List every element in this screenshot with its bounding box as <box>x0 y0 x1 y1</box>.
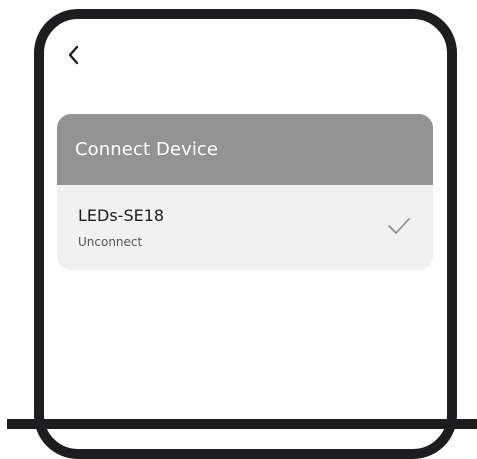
device-status: Unconnect <box>78 235 143 249</box>
card-header: Connect Device <box>57 114 433 185</box>
device-list-item[interactable]: LEDs-SE18 Unconnect <box>57 185 433 270</box>
back-button[interactable] <box>58 38 88 72</box>
checkmark-icon <box>388 218 410 234</box>
bottom-bar <box>7 419 477 429</box>
card-title: Connect Device <box>75 139 219 160</box>
device-name: LEDs-SE18 <box>78 206 165 225</box>
chevron-left-icon <box>68 45 79 65</box>
connect-device-card: Connect Device LEDs-SE18 Unconnect <box>57 114 433 270</box>
